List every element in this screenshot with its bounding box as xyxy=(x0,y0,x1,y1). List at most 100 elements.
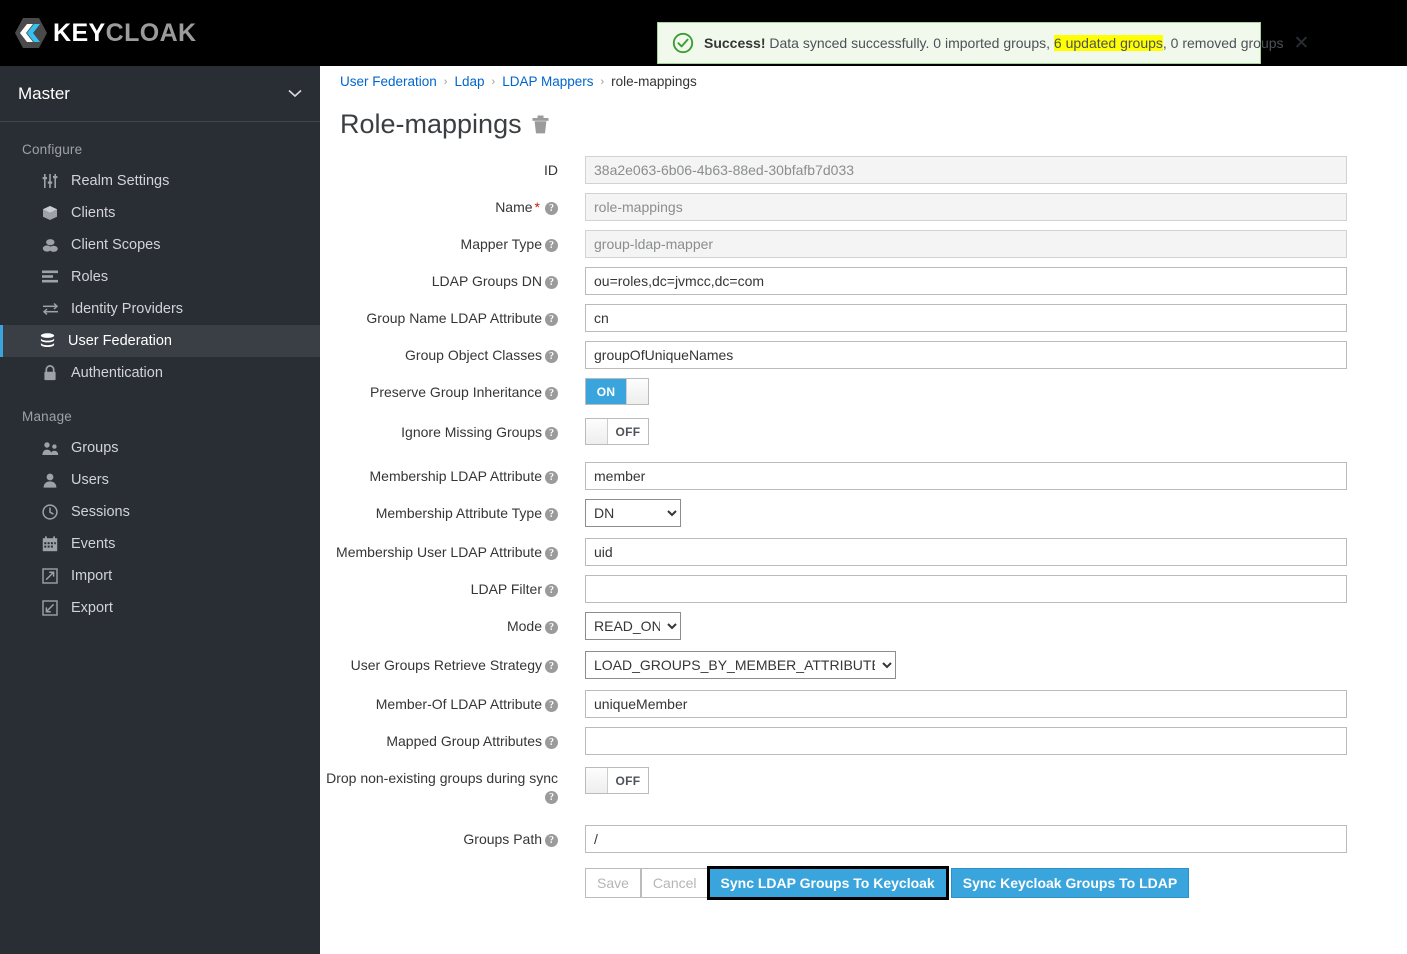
keycloak-brand-logo[interactable]: KEYCLOAK xyxy=(14,16,197,50)
help-icon-name[interactable]: ? xyxy=(545,202,558,215)
ldap-groups-dn-input[interactable] xyxy=(585,267,1347,295)
group-name-ldap-attribute-input[interactable] xyxy=(585,304,1347,332)
group-object-classes-input[interactable] xyxy=(585,341,1347,369)
help-icon-ldap-groups-dn[interactable]: ? xyxy=(545,276,558,289)
groups-path-input[interactable] xyxy=(585,825,1347,853)
sidebar-item-sessions[interactable]: Sessions xyxy=(0,496,320,528)
delete-trash-icon[interactable] xyxy=(532,115,549,134)
cube-icon xyxy=(39,205,61,221)
sidebar-item-label: Export xyxy=(71,600,113,616)
help-icon-mapped-group-attributes[interactable]: ? xyxy=(545,736,558,749)
ldap-filter-input[interactable] xyxy=(585,575,1347,603)
sync-ldap-groups-to-keycloak-button[interactable]: Sync LDAP Groups To Keycloak xyxy=(709,868,947,898)
sidebar-item-user-federation[interactable]: User Federation xyxy=(0,325,320,357)
membership-user-ldap-attribute-input[interactable] xyxy=(585,538,1347,566)
name-input[interactable] xyxy=(585,193,1347,221)
member-of-ldap-attribute-input[interactable] xyxy=(585,690,1347,718)
help-icon-membership-attribute-type[interactable]: ? xyxy=(545,508,558,521)
sidebar-item-label: Users xyxy=(71,472,109,488)
realm-selector-dropdown[interactable]: Master xyxy=(0,66,320,122)
label-group-object-classes-text: Group Object Classes xyxy=(405,347,542,363)
drop-non-existing-groups-toggle-state: OFF xyxy=(608,768,648,793)
help-icon-mapper-type[interactable]: ? xyxy=(545,239,558,252)
membership-ldap-attribute-input[interactable] xyxy=(585,462,1347,490)
alert-highlighted-text: 6 updated groups xyxy=(1054,35,1163,51)
cancel-button[interactable]: Cancel xyxy=(641,868,709,898)
sidebar-item-authentication[interactable]: Authentication xyxy=(0,357,320,389)
help-icon-ignore-missing-groups[interactable]: ? xyxy=(545,427,558,440)
help-icon-user-groups-retrieve-strategy[interactable]: ? xyxy=(545,660,558,673)
sidebar-item-label: Clients xyxy=(71,205,115,221)
brand-cloak-text: CLOAK xyxy=(106,19,197,47)
sliders-icon xyxy=(39,173,61,189)
breadcrumb-separator: › xyxy=(492,76,496,88)
help-icon-drop-non-existing-groups[interactable]: ? xyxy=(545,791,558,804)
id-input[interactable] xyxy=(585,156,1347,184)
breadcrumb-separator: › xyxy=(444,76,448,88)
toggle-knob xyxy=(586,768,608,793)
label-preserve-group-inheritance: Preserve Group Inheritance? xyxy=(320,378,568,402)
sidebar-item-realm-settings[interactable]: Realm Settings xyxy=(0,165,320,197)
field-row-drop-non-existing-groups: Drop non-existing groups during sync? OF… xyxy=(320,767,1407,805)
sidebar-item-clients[interactable]: Clients xyxy=(0,197,320,229)
help-icon-groups-path[interactable]: ? xyxy=(545,834,558,847)
field-row-user-groups-retrieve-strategy: User Groups Retrieve Strategy? LOAD_GROU… xyxy=(320,651,1407,679)
preserve-group-inheritance-toggle[interactable]: ON xyxy=(585,378,649,405)
sidebar-item-identity-providers[interactable]: Identity Providers xyxy=(0,293,320,325)
ignore-missing-groups-toggle[interactable]: OFF xyxy=(585,418,649,445)
membership-attribute-type-select[interactable]: DNUID xyxy=(585,499,681,527)
label-group-object-classes: Group Object Classes? xyxy=(320,341,568,365)
help-icon-mode[interactable]: ? xyxy=(545,621,558,634)
sidebar-item-client-scopes[interactable]: Client Scopes xyxy=(0,229,320,261)
help-icon-group-object-classes[interactable]: ? xyxy=(545,350,558,363)
mode-select[interactable]: READ_ONLYLDAP_ONLYIMPORT xyxy=(585,612,681,640)
mapper-type-input[interactable] xyxy=(585,230,1347,258)
label-id: ID xyxy=(320,156,568,180)
field-row-groups-path: Groups Path? xyxy=(320,825,1407,853)
sidebar-group-title-configure: Configure xyxy=(0,122,320,165)
sidebar-item-groups[interactable]: Groups xyxy=(0,432,320,464)
label-drop-non-existing-groups-text: Drop non-existing groups during sync xyxy=(326,770,558,786)
sidebar-item-label: Realm Settings xyxy=(71,173,169,189)
sidebar-item-export[interactable]: Export xyxy=(0,592,320,624)
label-mapped-group-attributes-text: Mapped Group Attributes xyxy=(386,733,542,749)
import-arrow-icon xyxy=(39,568,61,584)
label-mapper-type: Mapper Type? xyxy=(320,230,568,254)
mapped-group-attributes-input[interactable] xyxy=(585,727,1347,755)
breadcrumb-item-user-federation[interactable]: User Federation xyxy=(340,74,437,89)
save-button[interactable]: Save xyxy=(585,868,641,898)
sidebar-item-label: Authentication xyxy=(71,365,163,381)
help-icon-membership-user-ldap-attribute[interactable]: ? xyxy=(545,547,558,560)
field-row-mapped-group-attributes: Mapped Group Attributes? xyxy=(320,727,1407,755)
help-icon-preserve-group-inheritance[interactable]: ? xyxy=(545,387,558,400)
sidebar-item-events[interactable]: Events xyxy=(0,528,320,560)
mapper-config-form: ID Name*? Mapper Type? LDAP Groups DN? xyxy=(320,138,1407,898)
sidebar-item-label: Roles xyxy=(71,269,108,285)
realm-selector-label: Master xyxy=(18,84,70,104)
sidebar-item-import[interactable]: Import xyxy=(0,560,320,592)
user-groups-retrieve-strategy-select[interactable]: LOAD_GROUPS_BY_MEMBER_ATTRIBUTEGET_GROUP… xyxy=(585,651,896,679)
label-ignore-missing-groups-text: Ignore Missing Groups xyxy=(401,424,542,440)
sidebar-item-roles[interactable]: Roles xyxy=(0,261,320,293)
user-icon xyxy=(39,473,61,488)
close-icon[interactable]: ✕ xyxy=(1294,34,1310,53)
calendar-icon xyxy=(39,536,61,552)
help-icon-group-name-ldap-attribute[interactable]: ? xyxy=(545,313,558,326)
breadcrumb-item-ldap-mappers[interactable]: LDAP Mappers xyxy=(502,74,593,89)
sidebar-item-label: Sessions xyxy=(71,504,130,520)
label-member-of-ldap-attribute-text: Member-Of LDAP Attribute xyxy=(376,696,542,712)
drop-non-existing-groups-toggle[interactable]: OFF xyxy=(585,767,649,794)
breadcrumb: User Federation›Ldap›LDAP Mappers›role-m… xyxy=(320,66,1407,89)
label-ldap-groups-dn-text: LDAP Groups DN xyxy=(432,273,542,289)
label-name-text: Name xyxy=(495,199,532,215)
field-row-mode: Mode? READ_ONLYLDAP_ONLYIMPORT xyxy=(320,612,1407,640)
sidebar-group-title-manage: Manage xyxy=(0,389,320,432)
label-user-groups-retrieve-strategy: User Groups Retrieve Strategy? xyxy=(320,651,568,675)
help-icon-membership-ldap-attribute[interactable]: ? xyxy=(545,471,558,484)
required-asterisk: * xyxy=(535,199,540,215)
help-icon-ldap-filter[interactable]: ? xyxy=(545,584,558,597)
sync-keycloak-groups-to-ldap-button[interactable]: Sync Keycloak Groups To LDAP xyxy=(951,868,1189,898)
sidebar-item-users[interactable]: Users xyxy=(0,464,320,496)
breadcrumb-item-ldap[interactable]: Ldap xyxy=(454,74,484,89)
help-icon-member-of-ldap-attribute[interactable]: ? xyxy=(545,699,558,712)
